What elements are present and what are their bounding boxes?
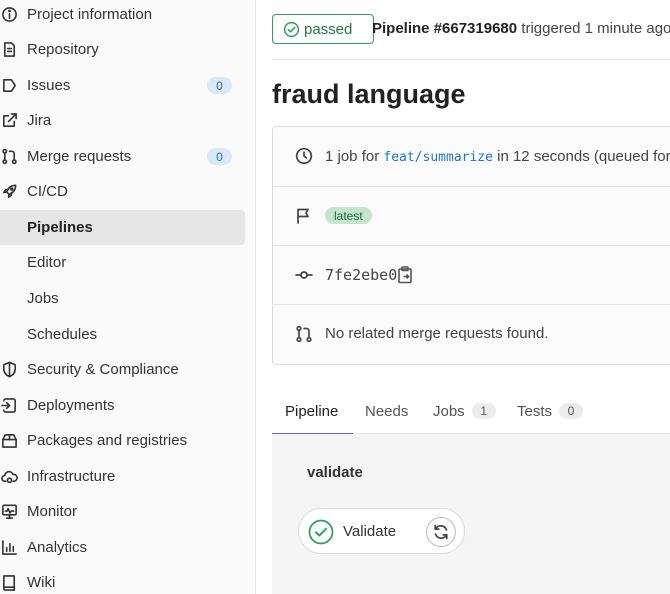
sidebar-item-label: Security & Compliance [27,361,179,378]
success-status-icon [308,519,334,545]
monitor-icon [0,503,18,521]
triggered-text: triggered 1 minute ago [521,20,670,37]
sidebar-item-label: Issues [27,77,71,94]
external-link-icon [0,112,18,130]
tab-label: Tests [517,402,553,420]
duration-suffix: in 12 seconds (queued for [497,147,670,165]
header-divider [272,59,670,60]
sidebar-item-label: Merge requests [27,148,132,165]
sidebar-subitem-pipelines[interactable]: Pipelines [0,210,245,245]
commit-sha-link[interactable]: 7fe2ebe0 [325,266,397,284]
merge-requests-row: No related merge requests found. [273,304,670,362]
duration-row: 1 job for feat/summarize in 12 seconds (… [273,127,670,185]
stage-title: validate [307,464,363,481]
clock-icon [295,147,313,165]
tab-label: Needs [365,402,409,420]
sidebar-subitem-schedules[interactable]: Schedules [0,317,245,352]
jobs-count-badge: 1 [471,403,496,419]
sidebar-item-label: Packages and registries [27,432,188,449]
pipeline-id: Pipeline #667319680 [372,20,518,37]
commit-icon [295,266,313,284]
book-icon [0,574,18,592]
pipeline-graph: validate Validate [272,434,670,594]
sidebar-subitem-label: Jobs [27,290,59,307]
sidebar-item-label: Jira [27,112,52,129]
duration-text: 1 job for feat/summarize in 12 seconds (… [325,148,670,165]
check-circle-icon [283,21,300,38]
sidebar-item-cicd[interactable]: CI/CD [0,174,245,209]
sidebar-subitem-label: Schedules [27,326,98,343]
pipeline-info-card: 1 job for feat/summarize in 12 seconds (… [272,126,670,365]
pipeline-header: Pipeline #667319680 triggered 1 minute a… [372,20,670,37]
copy-commit-sha-button[interactable] [397,266,413,284]
sidebar-item-wiki[interactable]: Wiki [0,565,245,594]
sidebar-item-packages-registries[interactable]: Packages and registries [0,423,245,458]
commit-row: 7fe2ebe0 [273,245,670,303]
tab-pipeline[interactable]: Pipeline [272,388,353,435]
sidebar-item-infrastructure[interactable]: Infrastructure [0,459,245,494]
flag-icon [295,207,313,225]
sidebar-subitem-label: Editor [27,254,67,271]
package-icon [0,432,18,450]
sidebar-item-label: Repository [27,41,99,58]
sidebar-item-monitor[interactable]: Monitor [0,494,245,529]
sidebar: Project information Repository Issues 0 … [0,0,256,594]
sidebar-item-deployments[interactable]: Deployments [0,388,245,423]
pipeline-tabs: Pipeline Needs Jobs 1 Tests 0 [272,388,670,435]
page-title: fraud language [272,79,466,109]
merge-request-icon [295,325,313,343]
sidebar-item-analytics[interactable]: Analytics [0,530,245,565]
sidebar-item-label: Wiki [27,574,56,591]
sidebar-item-label: CI/CD [27,183,68,200]
sidebar-item-label: Infrastructure [27,468,116,485]
branch-link[interactable]: feat/summarize [383,150,493,165]
sidebar-item-security-compliance[interactable]: Security & Compliance [0,352,245,387]
sidebar-item-jira[interactable]: Jira [0,103,245,138]
tab-jobs[interactable]: Jobs 1 [433,388,496,434]
document-icon [0,41,18,59]
sidebar-subitem-jobs[interactable]: Jobs [0,281,245,316]
main-content: passed Pipeline #667319680 triggered 1 m… [256,0,670,594]
merge-request-icon [0,148,18,166]
tests-count-badge: 0 [559,403,584,419]
latest-badge: latest [325,207,372,224]
status-label: passed [304,20,353,38]
sidebar-item-project-information[interactable]: Project information [0,0,245,32]
retry-icon [434,524,448,540]
rocket-icon [0,183,18,201]
pipeline-status-badge[interactable]: passed [272,14,374,44]
info-icon [0,6,18,24]
sidebar-subitem-label: Pipelines [27,219,93,236]
sidebar-item-label: Monitor [27,503,78,520]
sidebar-item-label: Project information [27,6,153,23]
no-mr-text: No related merge requests found. [325,325,549,342]
sidebar-item-repository[interactable]: Repository [0,32,245,67]
sidebar-item-label: Analytics [27,539,88,556]
chart-icon [0,539,18,557]
issues-icon [0,77,18,95]
tab-label: Pipeline [285,402,339,420]
deployments-icon [0,397,18,415]
tab-label: Jobs [433,402,465,420]
clipboard-icon [398,266,412,284]
tab-tests[interactable]: Tests 0 [517,388,584,434]
job-name: Validate [343,523,397,540]
job-validate[interactable]: Validate [298,508,465,554]
sidebar-item-label: Deployments [27,397,115,414]
badges-row: latest [273,186,670,244]
retry-job-button[interactable] [426,517,456,547]
shield-icon [0,361,18,379]
sidebar-subitem-editor[interactable]: Editor [0,245,245,280]
tab-needs[interactable]: Needs [365,388,408,434]
jobs-prefix: 1 job for [325,147,380,165]
cloud-gear-icon [0,468,18,486]
issues-count-badge: 0 [207,77,232,94]
sidebar-item-issues[interactable]: Issues 0 [0,68,245,103]
merge-requests-count-badge: 0 [207,148,232,165]
sidebar-item-merge-requests[interactable]: Merge requests 0 [0,139,245,174]
